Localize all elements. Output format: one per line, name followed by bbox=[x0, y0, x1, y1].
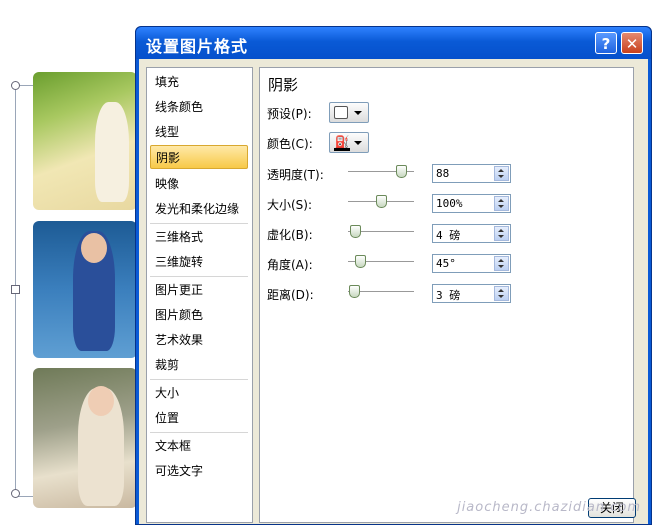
category-alt-text[interactable]: 可选文字 bbox=[150, 459, 248, 483]
shadow-preset-icon bbox=[334, 106, 348, 119]
distance-label: 距离(D): bbox=[267, 288, 314, 302]
resize-handle-top-left[interactable] bbox=[11, 81, 20, 90]
format-picture-dialog: 设置图片格式 ? ✕ 填充 线条颜色 线型 阴影 映像 发光和柔化边缘 三维格式… bbox=[135, 26, 652, 525]
angle-slider[interactable] bbox=[348, 255, 414, 268]
angle-label: 角度(A): bbox=[267, 258, 313, 272]
transparency-slider[interactable] bbox=[348, 165, 414, 178]
category-reflection[interactable]: 映像 bbox=[150, 172, 248, 196]
shadow-settings-panel: 阴影 预设(P): 颜色(C): ⛽ 透明度(T): 88 大小(S): 100… bbox=[259, 67, 634, 523]
category-divider bbox=[150, 432, 248, 433]
size-slider[interactable] bbox=[348, 195, 414, 208]
category-position[interactable]: 位置 bbox=[150, 406, 248, 430]
watermark-text: jiaocheng.chazidian.com bbox=[457, 500, 641, 515]
category-picture-corrections[interactable]: 图片更正 bbox=[150, 278, 248, 302]
slider-thumb[interactable] bbox=[350, 225, 361, 238]
color-dropdown[interactable]: ⛽ bbox=[329, 132, 369, 153]
dialog-client-area: 填充 线条颜色 线型 阴影 映像 发光和柔化边缘 三维格式 三维旋转 图片更正 … bbox=[139, 59, 648, 524]
slider-thumb[interactable] bbox=[349, 285, 360, 298]
help-button[interactable]: ? bbox=[595, 32, 617, 54]
category-divider bbox=[150, 223, 248, 224]
category-divider bbox=[150, 379, 248, 380]
category-text-box[interactable]: 文本框 bbox=[150, 434, 248, 458]
preset-label: 预设(P): bbox=[267, 107, 312, 121]
spin-arrows-icon[interactable] bbox=[494, 256, 509, 271]
blur-slider[interactable] bbox=[348, 225, 414, 238]
slide-photo-1 bbox=[33, 72, 137, 210]
section-title: 阴影 bbox=[268, 76, 299, 94]
category-3d-format[interactable]: 三维格式 bbox=[150, 225, 248, 249]
category-crop[interactable]: 裁剪 bbox=[150, 353, 248, 377]
color-label: 颜色(C): bbox=[267, 137, 313, 151]
resize-handle-bottom-left[interactable] bbox=[11, 489, 20, 498]
spin-arrows-icon[interactable] bbox=[494, 226, 509, 241]
category-divider bbox=[150, 276, 248, 277]
slider-thumb[interactable] bbox=[355, 255, 366, 268]
dialog-title: 设置图片格式 bbox=[146, 37, 249, 56]
slider-thumb[interactable] bbox=[376, 195, 387, 208]
chevron-down-icon bbox=[354, 141, 362, 145]
chevron-down-icon bbox=[354, 111, 362, 115]
current-color-bar bbox=[334, 148, 350, 151]
blur-input[interactable]: 4 磅 bbox=[432, 224, 511, 243]
category-size[interactable]: 大小 bbox=[150, 381, 248, 405]
category-picture-color[interactable]: 图片颜色 bbox=[150, 303, 248, 327]
slide-photo-3 bbox=[33, 368, 137, 508]
spin-arrows-icon[interactable] bbox=[494, 286, 509, 301]
category-line-style[interactable]: 线型 bbox=[150, 120, 248, 144]
distance-input[interactable]: 3 磅 bbox=[432, 284, 511, 303]
category-artistic-effects[interactable]: 艺术效果 bbox=[150, 328, 248, 352]
angle-input[interactable]: 45° bbox=[432, 254, 511, 273]
size-input[interactable]: 100% bbox=[432, 194, 511, 213]
close-icon[interactable]: ✕ bbox=[621, 32, 643, 54]
spin-arrows-icon[interactable] bbox=[494, 166, 509, 181]
category-glow-soft-edges[interactable]: 发光和柔化边缘 bbox=[150, 197, 248, 221]
resize-handle-left[interactable] bbox=[11, 285, 20, 294]
category-fill[interactable]: 填充 bbox=[150, 70, 248, 94]
blur-label: 虚化(B): bbox=[267, 228, 313, 242]
transparency-input[interactable]: 88 bbox=[432, 164, 511, 183]
dialog-titlebar[interactable]: 设置图片格式 ? ✕ bbox=[136, 27, 651, 59]
spin-arrows-icon[interactable] bbox=[494, 196, 509, 211]
slide-photo-2 bbox=[33, 221, 137, 358]
distance-slider[interactable] bbox=[348, 285, 414, 298]
category-3d-rotation[interactable]: 三维旋转 bbox=[150, 250, 248, 274]
preset-dropdown[interactable] bbox=[329, 102, 369, 123]
size-label: 大小(S): bbox=[267, 198, 313, 212]
slider-thumb[interactable] bbox=[396, 165, 407, 178]
category-shadow[interactable]: 阴影 bbox=[150, 145, 248, 169]
category-line-color[interactable]: 线条颜色 bbox=[150, 95, 248, 119]
category-list: 填充 线条颜色 线型 阴影 映像 发光和柔化边缘 三维格式 三维旋转 图片更正 … bbox=[146, 67, 253, 523]
transparency-label: 透明度(T): bbox=[267, 168, 324, 182]
